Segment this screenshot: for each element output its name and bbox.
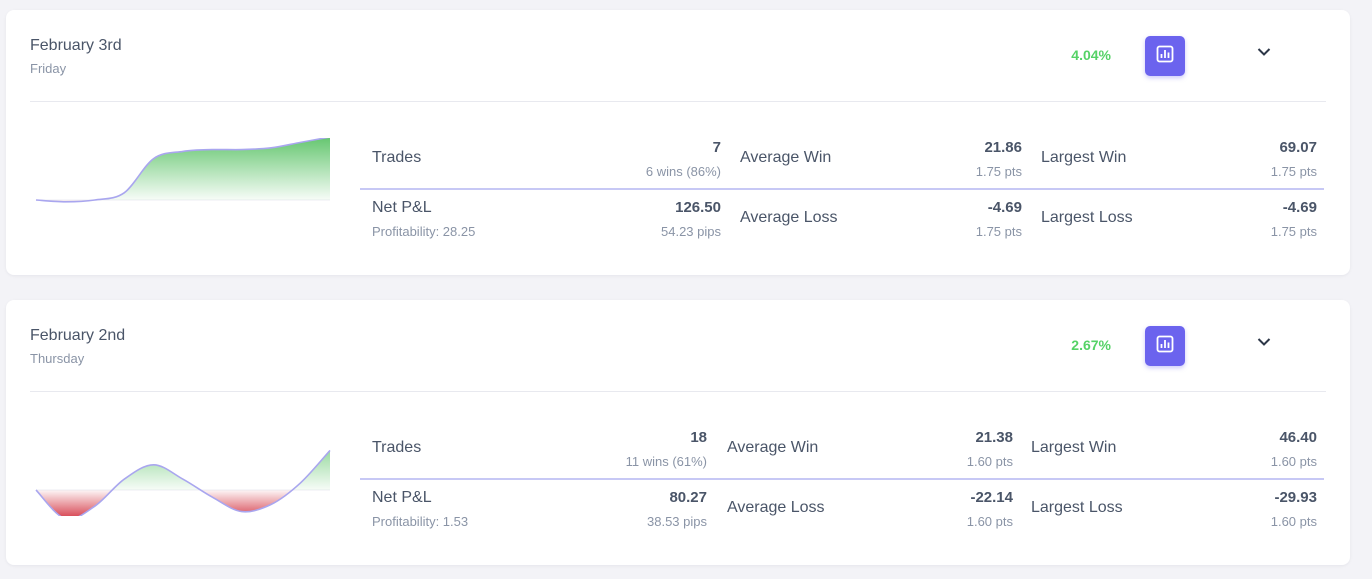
day-weekday: Thursday	[30, 351, 85, 366]
average-win-sub: 1.60 pts	[966, 454, 1013, 469]
largest-loss-label: Largest Loss	[1031, 499, 1123, 516]
average-loss-sub: 1.75 pts	[975, 224, 1022, 239]
largest-win-label: Largest Win	[1031, 439, 1117, 456]
net-pnl-sub: 38.53 pips	[647, 514, 707, 529]
average-loss-label: Average Loss	[727, 499, 825, 516]
net-pnl-sub: 54.23 pips	[661, 224, 721, 239]
day-card-header: February 3rd Friday 4.04%	[30, 10, 1326, 102]
net-pnl-label: Net P&L	[372, 489, 432, 506]
trades-value: 7	[712, 139, 721, 156]
average-win-value: 21.86	[984, 139, 1022, 156]
average-win-label: Average Win	[740, 149, 832, 166]
day-title: February 3rd	[30, 37, 122, 54]
largest-loss-sub: 1.60 pts	[1270, 514, 1317, 529]
chevron-down-icon	[1257, 44, 1271, 62]
trades-sub: 11 wins (61%)	[625, 454, 707, 469]
trades-value: 18	[690, 429, 707, 446]
day-title: February 2nd	[30, 327, 126, 344]
stats-row: Net P&L Profitability: 1.53 80.27 38.53 …	[360, 480, 1324, 540]
largest-win-sub: 1.75 pts	[1270, 164, 1317, 179]
chart-button[interactable]	[1145, 326, 1185, 366]
stats-row: Trades 18 11 wins (61%) Average Win 21.3…	[360, 420, 1324, 480]
largest-win-label: Largest Win	[1041, 149, 1127, 166]
day-card: February 3rd Friday 4.04% Trades 7 6 win…	[6, 10, 1350, 275]
average-loss-sub: 1.60 pts	[966, 514, 1013, 529]
largest-win-value: 69.07	[1279, 139, 1317, 156]
trades-label: Trades	[372, 149, 422, 166]
net-pnl-value: 80.27	[669, 489, 707, 506]
average-win-value: 21.38	[975, 429, 1013, 446]
profitability-label: Profitability: 1.53	[372, 514, 469, 529]
trades-sub: 6 wins (86%)	[645, 164, 721, 179]
bar-chart-icon	[1156, 45, 1174, 68]
largest-loss-label: Largest Loss	[1041, 209, 1133, 226]
average-loss-value: -22.14	[970, 489, 1013, 506]
stats-row: Trades 7 6 wins (86%) Average Win 21.86 …	[360, 130, 1324, 190]
day-card: February 2nd Thursday 2.67% Trades 18 11…	[6, 300, 1350, 565]
day-weekday: Friday	[30, 61, 67, 76]
largest-win-value: 46.40	[1279, 429, 1317, 446]
bar-chart-icon	[1156, 335, 1174, 358]
day-card-header: February 2nd Thursday 2.67%	[30, 300, 1326, 392]
day-stats: Trades 18 11 wins (61%) Average Win 21.3…	[360, 420, 1324, 540]
day-stats: Trades 7 6 wins (86%) Average Win 21.86 …	[360, 130, 1324, 250]
sparkline-positive-area	[36, 138, 330, 200]
day-return-percent: 4.04%	[1071, 47, 1111, 63]
expand-toggle[interactable]	[1254, 43, 1274, 63]
trades-label: Trades	[372, 439, 422, 456]
profitability-label: Profitability: 28.25	[372, 224, 476, 239]
average-loss-label: Average Loss	[740, 209, 838, 226]
pnl-sparkline	[35, 449, 331, 516]
expand-toggle[interactable]	[1254, 333, 1274, 353]
net-pnl-label: Net P&L	[372, 199, 432, 216]
chevron-down-icon	[1257, 334, 1271, 352]
average-loss-value: -4.69	[987, 199, 1022, 216]
largest-win-sub: 1.60 pts	[1270, 454, 1317, 469]
average-win-sub: 1.75 pts	[975, 164, 1022, 179]
stats-row: Net P&L Profitability: 28.25 126.50 54.2…	[360, 190, 1324, 250]
largest-loss-value: -29.93	[1274, 489, 1317, 506]
day-return-percent: 2.67%	[1071, 337, 1111, 353]
average-win-label: Average Win	[727, 439, 819, 456]
largest-loss-sub: 1.75 pts	[1270, 224, 1317, 239]
pnl-sparkline	[35, 138, 330, 203]
chart-button[interactable]	[1145, 36, 1185, 76]
largest-loss-value: -4.69	[1282, 199, 1317, 216]
net-pnl-value: 126.50	[675, 199, 721, 216]
